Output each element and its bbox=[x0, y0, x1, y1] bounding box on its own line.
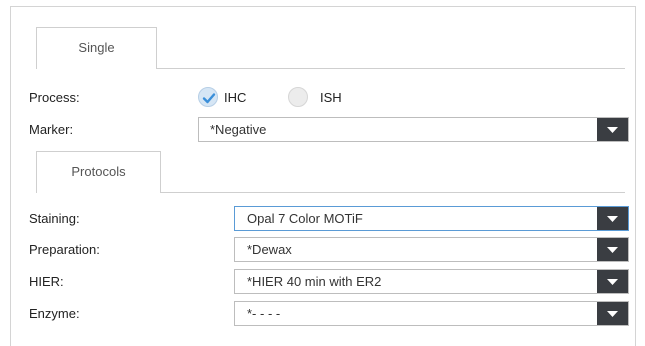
checkmark-icon bbox=[202, 93, 216, 104]
staining-dropdown-button[interactable] bbox=[597, 207, 628, 230]
tab-underline bbox=[156, 68, 625, 69]
process-label: Process: bbox=[29, 90, 80, 105]
protocols-tab-underline bbox=[160, 192, 625, 193]
chevron-down-icon bbox=[607, 216, 618, 222]
chevron-down-icon bbox=[607, 247, 618, 253]
marker-select[interactable]: *Negative bbox=[198, 117, 629, 142]
chevron-down-icon bbox=[607, 311, 618, 317]
tab-protocols[interactable]: Protocols bbox=[36, 151, 161, 193]
enzyme-select[interactable]: *- - - - bbox=[234, 301, 629, 326]
ihc-radio[interactable] bbox=[198, 87, 218, 107]
enzyme-label: Enzyme: bbox=[29, 306, 80, 321]
enzyme-value: *- - - - bbox=[247, 306, 281, 321]
preparation-select[interactable]: *Dewax bbox=[234, 237, 629, 262]
hier-label: HIER: bbox=[29, 274, 64, 289]
staining-select[interactable]: Opal 7 Color MOTiF bbox=[234, 206, 629, 231]
hier-select[interactable]: *HIER 40 min with ER2 bbox=[234, 269, 629, 294]
preparation-value: *Dewax bbox=[247, 242, 292, 257]
hier-dropdown-button[interactable] bbox=[597, 270, 628, 293]
preparation-label: Preparation: bbox=[29, 242, 100, 257]
staining-value: Opal 7 Color MOTiF bbox=[247, 211, 363, 226]
ish-radio[interactable] bbox=[288, 87, 308, 107]
staining-label: Staining: bbox=[29, 211, 80, 226]
marker-dropdown-button[interactable] bbox=[597, 118, 628, 141]
ish-label[interactable]: ISH bbox=[320, 90, 342, 105]
preparation-dropdown-button[interactable] bbox=[597, 238, 628, 261]
chevron-down-icon bbox=[607, 127, 618, 133]
tab-single[interactable]: Single bbox=[36, 27, 157, 69]
ihc-label[interactable]: IHC bbox=[224, 90, 246, 105]
hier-value: *HIER 40 min with ER2 bbox=[247, 274, 382, 289]
enzyme-dropdown-button[interactable] bbox=[597, 302, 628, 325]
chevron-down-icon bbox=[607, 279, 618, 285]
marker-label: Marker: bbox=[29, 122, 74, 137]
marker-value: *Negative bbox=[210, 122, 267, 137]
